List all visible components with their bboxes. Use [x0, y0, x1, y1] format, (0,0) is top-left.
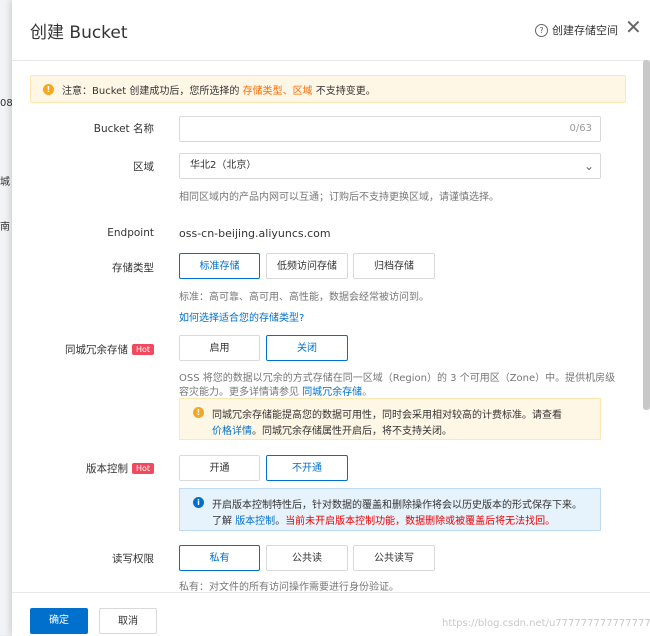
pricing-link[interactable]: 价格详情: [212, 426, 252, 437]
versioning-info-line2: 了解 版本控制。当前未开启版本控制功能，数据删除或被覆盖后将无法找回。: [212, 516, 556, 527]
storage-class-label: 存储类型: [112, 262, 154, 274]
help-label: 创建存储空间: [552, 24, 618, 37]
redundancy-label: 同城冗余存储 Hot: [24, 342, 154, 357]
region-value: 华北2（北京）: [190, 160, 257, 171]
cancel-button[interactable]: 取消: [99, 608, 157, 634]
bucket-name-input[interactable]: 0/63: [179, 116, 601, 142]
storage-help-link[interactable]: 如何选择适合您的存储类型?: [179, 309, 304, 324]
background-fragment: 城: [0, 177, 10, 188]
watermark: https://blog.csdn.net/u777777777777777: [442, 618, 650, 629]
redundancy-warning-line1: 同城冗余存储能提高您的数据可用性，同时会采用相对较高的计费标准。请查看: [212, 410, 562, 421]
versioning-info-box: i 开启版本控制特性后，针对数据的覆盖和删除操作将会以历史版本的形式保存下来。 …: [179, 488, 601, 531]
warning-icon: !: [193, 407, 204, 418]
scrollbar[interactable]: [643, 60, 650, 410]
storage-option-ia[interactable]: 低频访问存储: [266, 253, 348, 279]
panel-header: 创建 Bucket ? 创建存储空间 ✕: [12, 0, 650, 61]
acl-option-public-read-write[interactable]: 公共读写: [353, 545, 435, 571]
notice-text: 注意：Bucket 创建成功后，您所选择的 存储类型、区域 不支持变更。: [62, 85, 376, 97]
versioning-info-line1: 开启版本控制特性后，针对数据的覆盖和删除操作将会以历史版本的形式保存下来。: [212, 500, 582, 511]
info-icon: i: [193, 497, 204, 508]
help-link[interactable]: ? 创建存储空间: [535, 22, 618, 38]
redundancy-warning-line2: 价格详情。同城冗余存储属性开启后，将不支持关闭。: [212, 426, 452, 437]
endpoint-value: oss-cn-beijing.aliyuncs.com: [179, 227, 331, 240]
close-icon[interactable]: ✕: [625, 17, 642, 37]
hot-badge: Hot: [131, 463, 154, 474]
notice-highlight-storage: 存储类型: [242, 85, 283, 97]
hot-badge: Hot: [131, 344, 154, 355]
region-select[interactable]: 华北2（北京） ⌄: [179, 153, 601, 179]
redundancy-warning-box: ! 同城冗余存储能提高您的数据可用性，同时会采用相对较高的计费标准。请查看 价格…: [179, 398, 601, 440]
acl-hint: 私有：对文件的所有访问操作需要进行身份验证。: [179, 582, 399, 593]
storage-hint: 标准：高可靠、高可用、高性能，数据会经常被访问到。: [179, 292, 429, 303]
page-title: 创建 Bucket: [30, 23, 128, 43]
notice-highlight-region: 区域: [292, 85, 313, 97]
warning-icon: !: [43, 83, 54, 95]
question-icon: ?: [535, 23, 548, 37]
background-fragment: 08: [0, 98, 13, 109]
redundancy-desc-line1: OSS 将您的数据以冗余的方式存储在同一区域（Region）的 3 个可用区（Z…: [179, 373, 616, 384]
storage-option-standard[interactable]: 标准存储: [179, 253, 260, 279]
versioning-option-disable[interactable]: 不开通: [266, 455, 348, 481]
acl-option-private[interactable]: 私有: [179, 545, 260, 571]
panel-footer: 确定 取消 https://blog.csdn.net/u77777777777…: [12, 592, 650, 636]
char-counter: 0/63: [569, 123, 592, 134]
create-bucket-panel: 创建 Bucket ? 创建存储空间 ✕ ! 注意：Bucket 创建成功后，您…: [12, 0, 650, 636]
redundancy-option-disable[interactable]: 关闭: [266, 335, 348, 361]
redundancy-desc-line2: 容灾能力。更多详情请参见 同城冗余存储。: [179, 387, 373, 398]
notice-banner: ! 注意：Bucket 创建成功后，您所选择的 存储类型、区域 不支持变更。: [30, 75, 626, 103]
background-fragment: 南: [0, 222, 10, 233]
redundancy-option-enable[interactable]: 启用: [179, 335, 260, 361]
bucket-name-label: Bucket 名称: [93, 123, 154, 135]
redundancy-doc-link[interactable]: 同城冗余存储: [302, 387, 362, 398]
region-hint: 相同区域内的产品内网可以互通；订购后不支持更换区域，请谨慎选择。: [179, 192, 499, 203]
versioning-warning-text: 当前未开启版本控制功能，数据删除或被覆盖后将无法找回。: [285, 516, 556, 527]
endpoint-label: Endpoint: [107, 227, 154, 239]
versioning-label: 版本控制 Hot: [24, 461, 154, 476]
region-label: 区域: [133, 161, 154, 173]
chevron-down-icon: ⌄: [583, 159, 594, 173]
acl-label: 读写权限: [112, 553, 154, 565]
storage-option-archive[interactable]: 归档存储: [353, 253, 435, 279]
versioning-doc-link[interactable]: 版本控制: [235, 516, 275, 527]
confirm-button[interactable]: 确定: [30, 608, 88, 634]
acl-option-public-read[interactable]: 公共读: [266, 545, 348, 571]
versioning-option-enable[interactable]: 开通: [179, 455, 260, 481]
